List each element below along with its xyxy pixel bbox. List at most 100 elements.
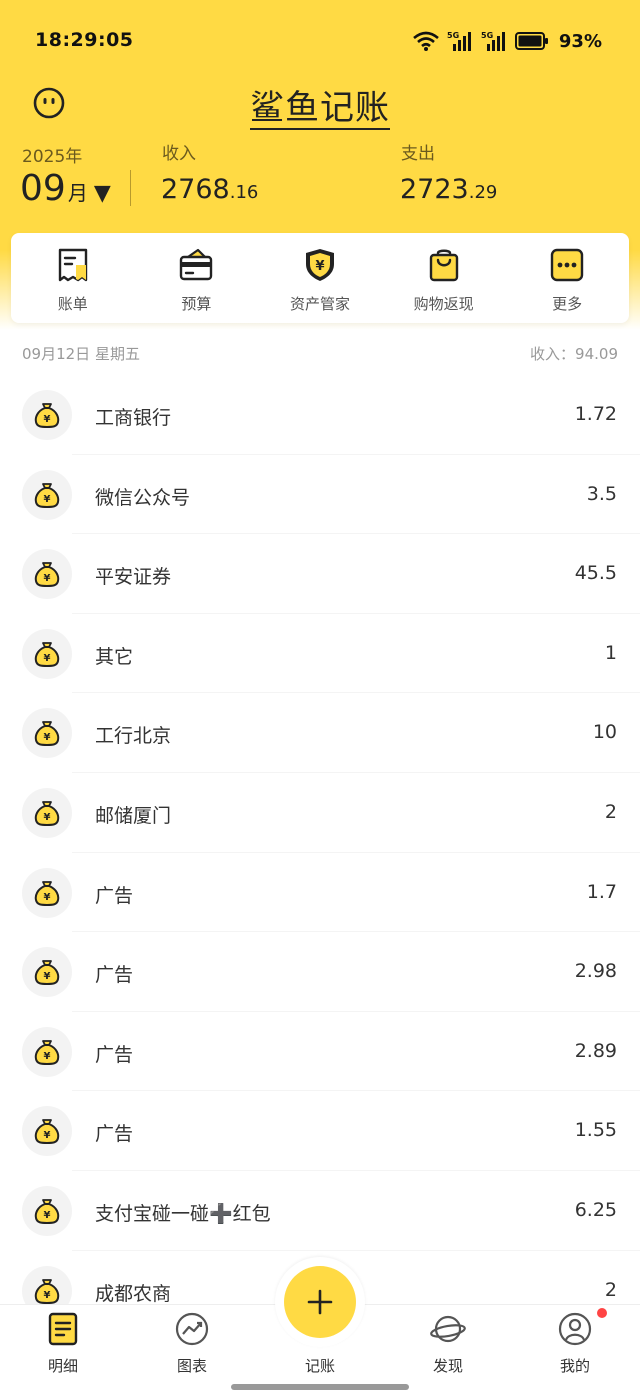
- tool-cashback[interactable]: 购物返现: [382, 233, 506, 323]
- tab-discover[interactable]: 发现: [398, 1305, 498, 1385]
- money-bag-icon: ¥: [22, 1185, 72, 1236]
- list-item[interactable]: ¥ 广告 1.55: [0, 1091, 640, 1171]
- app-title-text: 鲨鱼记账: [250, 88, 390, 130]
- svg-text:¥: ¥: [44, 653, 51, 664]
- signal-5g-label: 5G: [447, 31, 459, 40]
- day-header: 09月12日 星期五 收入：94.09: [22, 343, 618, 364]
- tool-bill[interactable]: 账单: [11, 233, 135, 323]
- caret-down-icon: ▼: [93, 181, 111, 206]
- record-button[interactable]: [284, 1266, 356, 1338]
- svg-text:¥: ¥: [44, 494, 51, 505]
- signal-icon: 5G: [447, 31, 471, 51]
- status-time: 18:29:05: [35, 29, 134, 51]
- list-item[interactable]: ¥ 邮储厦门 2: [0, 773, 640, 853]
- svg-text:¥: ¥: [44, 812, 51, 823]
- entry-name: 支付宝碰一碰➕红包: [95, 1202, 271, 1225]
- entry-amount: 2.98: [574, 960, 617, 983]
- income-label: 收入: [162, 144, 196, 164]
- expense-int: 2723: [400, 174, 469, 205]
- entry-name: 其它: [95, 645, 134, 668]
- entry-name: 微信公众号: [95, 486, 191, 509]
- app-title: 鲨鱼记账: [0, 80, 640, 130]
- tool-label: 购物返现: [413, 295, 474, 313]
- money-bag-icon: ¥: [22, 1106, 72, 1157]
- entry-name: 平安证券: [95, 566, 172, 589]
- battery-percent: 93%: [558, 30, 602, 52]
- tool-label: 更多: [552, 295, 583, 313]
- tools-card: 账单 预算 ¥ 资产管家 购物返现 更多: [11, 233, 629, 323]
- entry-amount: 2.89: [574, 1039, 617, 1062]
- entry-amount: 6.25: [574, 1198, 617, 1221]
- notification-badge: [597, 1308, 607, 1318]
- tool-label: 资产管家: [289, 295, 350, 313]
- income-value: 2768.16: [161, 174, 258, 205]
- summary-divider: [130, 170, 131, 206]
- svg-text:¥: ¥: [315, 259, 324, 274]
- tab-charts[interactable]: 图表: [142, 1305, 242, 1385]
- list-item[interactable]: ¥ 工商银行 1.72: [0, 375, 640, 455]
- entry-name: 广告: [95, 964, 134, 987]
- tab-label: 记账: [304, 1357, 335, 1375]
- entry-list: ¥ 工商银行 1.72 ¥ 微信公众号 3.5 ¥ 平安证券 45.5 ¥ 其它…: [0, 375, 640, 1330]
- month-unit: 月: [67, 181, 88, 205]
- day-income: 收入：94.09: [530, 345, 618, 363]
- list-item[interactable]: ¥ 广告 2.98: [0, 932, 640, 1012]
- money-bag-icon: ¥: [22, 628, 72, 679]
- wifi-icon: [413, 31, 439, 51]
- svg-text:¥: ¥: [44, 732, 51, 743]
- expense-label: 支出: [401, 144, 435, 164]
- income-int: 2768: [161, 174, 230, 205]
- entry-amount: 1.7: [586, 880, 617, 903]
- entry-amount: 3.5: [586, 482, 617, 505]
- money-bag-icon: ¥: [22, 867, 72, 918]
- tab-label: 我的: [559, 1357, 590, 1375]
- home-indicator[interactable]: [231, 1384, 409, 1390]
- tab-mine[interactable]: 我的: [525, 1305, 625, 1385]
- entry-amount: 2: [604, 1278, 617, 1301]
- tab-label: 明细: [47, 1357, 78, 1375]
- entry-amount: 10: [592, 721, 617, 744]
- shopping-bag-icon: [429, 249, 458, 282]
- tool-label: 预算: [181, 295, 212, 313]
- svg-text:¥: ¥: [44, 971, 51, 982]
- expense-dec: .29: [468, 182, 498, 203]
- entry-name: 广告: [95, 884, 134, 907]
- entry-name: 工商银行: [95, 407, 172, 429]
- entry-amount: 45.5: [574, 562, 617, 585]
- money-bag-icon: ¥: [22, 469, 72, 520]
- bill-icon: [58, 248, 87, 282]
- shield-yuan-icon: ¥: [305, 249, 334, 281]
- svg-text:¥: ¥: [44, 1130, 51, 1141]
- expense-value: 2723.29: [400, 174, 497, 205]
- entry-name: 工行北京: [95, 725, 172, 748]
- money-bag-icon: ¥: [22, 390, 72, 440]
- person-icon: [558, 1312, 592, 1346]
- money-bag-icon: ¥: [22, 947, 72, 998]
- list-item[interactable]: ¥ 其它 1: [0, 614, 640, 694]
- entry-amount: 2: [604, 800, 617, 823]
- entry-amount: 1.72: [574, 403, 617, 425]
- tool-assets[interactable]: ¥ 资产管家: [258, 233, 382, 323]
- tab-details[interactable]: 明细: [13, 1305, 113, 1385]
- entry-amount: 1.55: [574, 1119, 617, 1142]
- money-bag-icon: ¥: [22, 549, 72, 600]
- tool-label: 账单: [57, 295, 88, 313]
- month-selector[interactable]: 09 月 ▼: [20, 168, 111, 209]
- list-item[interactable]: ¥ 支付宝碰一碰➕红包 6.25: [0, 1171, 640, 1251]
- list-item[interactable]: ¥ 微信公众号 3.5: [0, 455, 640, 535]
- svg-text:¥: ¥: [44, 1290, 51, 1301]
- svg-text:¥: ¥: [44, 1210, 51, 1221]
- tool-budget[interactable]: 预算: [135, 233, 259, 323]
- money-bag-icon: ¥: [22, 708, 72, 759]
- month-value: 09: [20, 168, 66, 209]
- signal-5g-label-2: 5G: [481, 31, 493, 40]
- entry-name: 广告: [95, 1043, 134, 1066]
- more-icon: [550, 248, 584, 282]
- list-item[interactable]: ¥ 广告 1.7: [0, 853, 640, 933]
- money-bag-icon: ¥: [22, 1026, 72, 1077]
- list-item[interactable]: ¥ 广告 2.89: [0, 1012, 640, 1092]
- list-item[interactable]: ¥ 工行北京 10: [0, 693, 640, 773]
- list-item[interactable]: ¥ 平安证券 45.5: [0, 534, 640, 614]
- tool-more[interactable]: 更多: [505, 233, 629, 323]
- svg-text:¥: ¥: [44, 1051, 51, 1062]
